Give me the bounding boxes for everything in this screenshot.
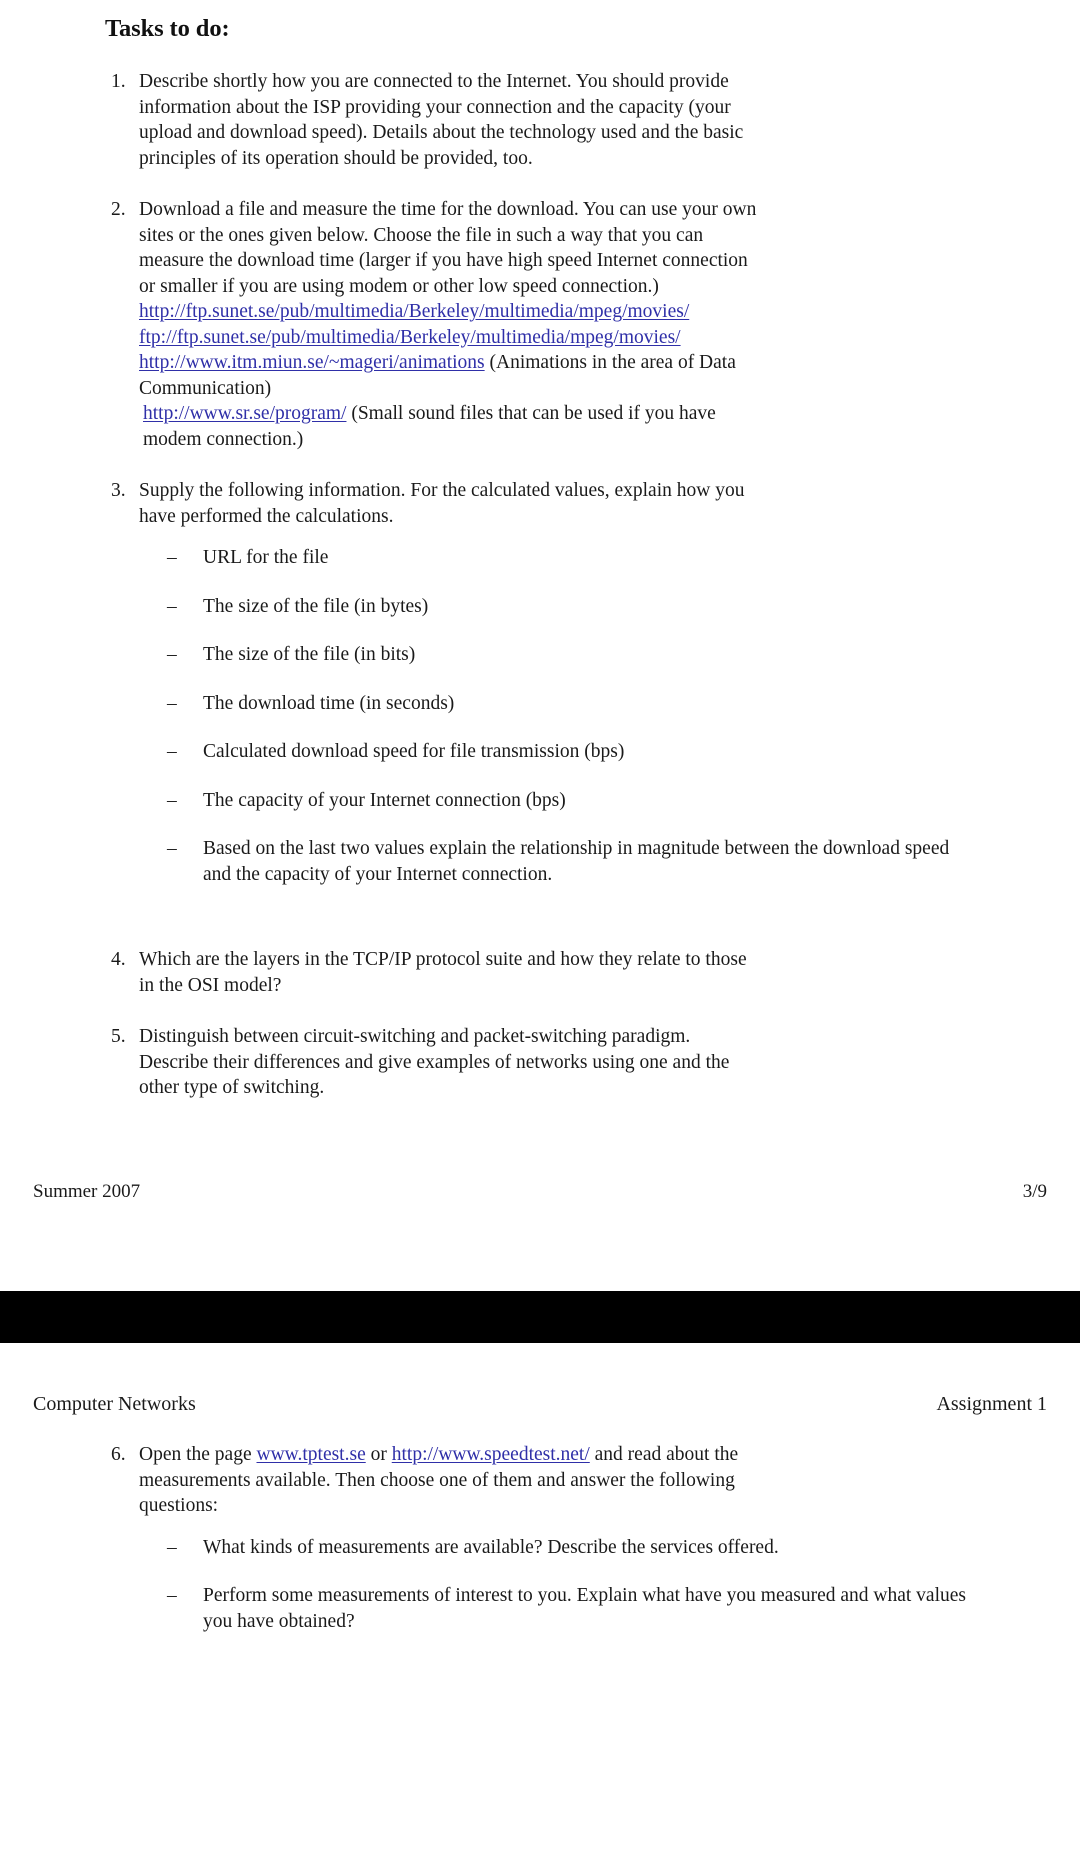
task-number: 3. bbox=[111, 480, 126, 501]
task-text-line: sites or the ones given below. Choose th… bbox=[139, 224, 704, 246]
list-item-label: URL for the file bbox=[203, 547, 329, 568]
task-text-line: Open the page www.tptest.se or http://ww… bbox=[139, 1442, 975, 1468]
task-6-sub-list: – What kinds of measurements are availab… bbox=[105, 1535, 975, 1635]
task-list-continued: 6. Open the page www.tptest.se or http:/… bbox=[105, 1442, 975, 1634]
task-text-line: modem connection.) bbox=[143, 428, 304, 450]
list-item-label: Perform some measurements of interest to… bbox=[203, 1585, 966, 1632]
list-item-label: The size of the file (in bytes) bbox=[203, 595, 429, 617]
task-text-line: other type of switching. bbox=[139, 1077, 325, 1098]
link-line: http://www.sr.se/program/ (Small sound f… bbox=[139, 401, 975, 427]
list-item-label: Calculated download speed for file trans… bbox=[203, 741, 625, 762]
task-item-1: 1. Describe shortly how you are connecte… bbox=[105, 69, 975, 171]
task-item-4: 4. Which are the layers in the TCP/IP pr… bbox=[105, 947, 975, 998]
list-item: – What kinds of measurements are availab… bbox=[167, 1535, 975, 1561]
list-item: – The size of the file (in bits) bbox=[167, 642, 975, 668]
link-trailing-text: (Small sound files that can be used if y… bbox=[346, 403, 716, 424]
task-text-line: measure the download time (larger if you… bbox=[139, 250, 748, 271]
task-text-line: Describe their differences and give exam… bbox=[139, 1051, 730, 1073]
list-item-label: Based on the last two values explain the… bbox=[203, 838, 950, 885]
list-item: – The size of the file (in bytes) bbox=[167, 594, 975, 620]
list-item: – The download time (in seconds) bbox=[167, 691, 975, 717]
task-text-line: Supply the following information. For th… bbox=[139, 480, 745, 501]
list-item-label: The download time (in seconds) bbox=[203, 692, 455, 714]
task-text-line: or smaller if you are using modem or oth… bbox=[139, 275, 659, 297]
task-item-6: 6. Open the page www.tptest.se or http:/… bbox=[105, 1442, 975, 1519]
list-item: – The capacity of your Internet connecti… bbox=[167, 788, 975, 814]
dash-bullet-icon: – bbox=[167, 789, 177, 811]
link-speedtest[interactable]: http://www.speedtest.net/ bbox=[392, 1444, 590, 1465]
task-body: Distinguish between circuit-switching an… bbox=[139, 1024, 975, 1101]
task-number: 2. bbox=[111, 199, 126, 220]
link-tptest[interactable]: www.tptest.se bbox=[257, 1444, 366, 1465]
task-text-line: questions: bbox=[139, 1495, 219, 1516]
dash-bullet-icon: – bbox=[167, 838, 177, 859]
task-3-sub-list: – URL for the file – The size of the fil… bbox=[105, 545, 975, 887]
link-line: http://ftp.sunet.se/pub/multimedia/Berke… bbox=[139, 299, 975, 325]
dash-bullet-icon: – bbox=[167, 595, 177, 617]
task-text-segment: and read about the bbox=[589, 1444, 739, 1465]
footer-page-number: 3/9 bbox=[1022, 1180, 1047, 1202]
task-item-5: 5. Distinguish between circuit-switching… bbox=[105, 1024, 975, 1101]
task-body: Describe shortly how you are connected t… bbox=[139, 69, 975, 171]
link-line: http://www.itm.miun.se/~mageri/animation… bbox=[139, 350, 975, 376]
dash-bullet-icon: – bbox=[167, 644, 177, 665]
dash-bullet-icon: – bbox=[167, 547, 177, 568]
task-text-segment: or bbox=[365, 1444, 392, 1465]
document-page-two: Computer Networks Assignment 1 6. Open t… bbox=[0, 1343, 1080, 1767]
task-text-line: in the OSI model? bbox=[139, 974, 282, 996]
task-body: Download a file and measure the time for… bbox=[139, 197, 975, 452]
task-number: 1. bbox=[111, 71, 126, 92]
task-text-line: Which are the layers in the TCP/IP proto… bbox=[139, 949, 747, 970]
dash-bullet-icon: – bbox=[167, 1585, 177, 1606]
list-item: – Perform some measurements of interest … bbox=[167, 1583, 975, 1634]
dash-bullet-icon: – bbox=[167, 692, 177, 714]
task-list: 1. Describe shortly how you are connecte… bbox=[105, 69, 975, 1101]
task-body: Which are the layers in the TCP/IP proto… bbox=[139, 947, 975, 998]
link-line: ftp://ftp.sunet.se/pub/multimedia/Berkel… bbox=[139, 325, 975, 351]
list-item: – URL for the file bbox=[167, 545, 975, 571]
task-text-line: have performed the calculations. bbox=[139, 505, 394, 527]
link-sr-program[interactable]: http://www.sr.se/program/ bbox=[143, 403, 346, 424]
list-item: – Calculated download speed for file tra… bbox=[167, 739, 975, 765]
task-text-line: measurements available. Then choose one … bbox=[139, 1469, 735, 1491]
document-page-one: Tasks to do: 1. Describe shortly how you… bbox=[0, 0, 1080, 1291]
task-body: Open the page www.tptest.se or http://ww… bbox=[139, 1442, 975, 1519]
list-item-label: The size of the file (in bits) bbox=[203, 644, 416, 665]
dash-bullet-icon: – bbox=[167, 1536, 177, 1558]
footer-term-label: Summer 2007 bbox=[33, 1180, 141, 1202]
task-text-segment: Open the page bbox=[139, 1444, 257, 1465]
task-text-line: Communication) bbox=[139, 377, 272, 399]
list-item-label: The capacity of your Internet connection… bbox=[203, 789, 566, 811]
page-break-separator bbox=[0, 1291, 1080, 1343]
page-footer: Summer 2007 3/9 bbox=[33, 1101, 1047, 1203]
task-item-3: 3. Supply the following information. For… bbox=[105, 478, 975, 529]
task-body: Supply the following information. For th… bbox=[139, 478, 975, 529]
task-text-line: Distinguish between circuit-switching an… bbox=[139, 1026, 691, 1047]
link-trailing-text: (Animations in the area of Data bbox=[484, 352, 736, 373]
task-text-line: information about the ISP providing your… bbox=[139, 96, 731, 118]
link-sunet-http[interactable]: http://ftp.sunet.se/pub/multimedia/Berke… bbox=[139, 301, 689, 322]
link-sunet-ftp[interactable]: ftp://ftp.sunet.se/pub/multimedia/Berkel… bbox=[139, 327, 681, 348]
header-assignment-title: Assignment 1 bbox=[936, 1393, 1047, 1415]
link-miun-animations[interactable]: http://www.itm.miun.se/~mageri/animation… bbox=[139, 352, 485, 373]
page-title: Tasks to do: bbox=[105, 15, 230, 42]
task-text-line: principles of its operation should be pr… bbox=[139, 147, 533, 169]
header-course-title: Computer Networks bbox=[33, 1393, 196, 1415]
list-item: – Based on the last two values explain t… bbox=[167, 836, 975, 887]
task-text-line: Download a file and measure the time for… bbox=[139, 199, 757, 220]
task-number: 4. bbox=[111, 949, 126, 970]
task-item-2: 2. Download a file and measure the time … bbox=[105, 197, 975, 452]
task-text-line: upload and download speed). Details abou… bbox=[139, 122, 744, 143]
task-number: 6. bbox=[111, 1444, 126, 1465]
list-item-label: What kinds of measurements are available… bbox=[203, 1536, 779, 1558]
dash-bullet-icon: – bbox=[167, 741, 177, 762]
task-number: 5. bbox=[111, 1026, 126, 1047]
task-text-line: Describe shortly how you are connected t… bbox=[139, 71, 729, 92]
page-header: Computer Networks Assignment 1 bbox=[33, 1343, 1047, 1416]
